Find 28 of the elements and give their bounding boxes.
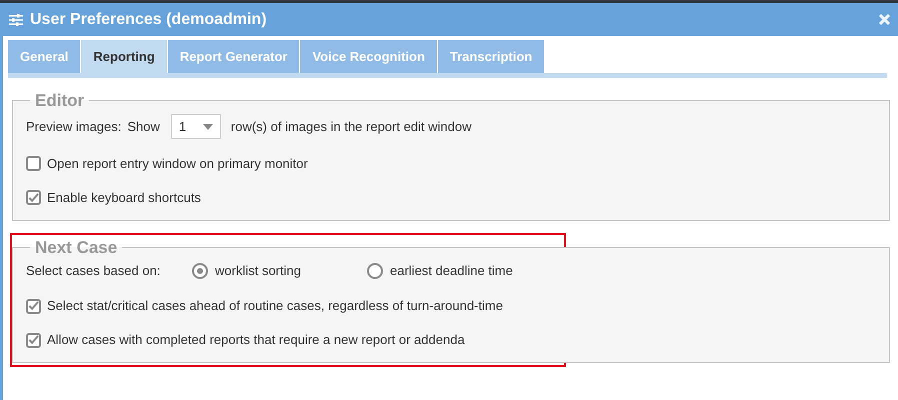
- tab[interactable]: Reporting: [81, 40, 167, 73]
- window-title: User Preferences (demoadmin): [30, 10, 267, 30]
- section-title: Next Case: [34, 236, 118, 258]
- sliders-icon: [9, 14, 23, 26]
- tab[interactable]: Transcription: [438, 40, 544, 73]
- checkbox[interactable]: [26, 298, 41, 314]
- checkbox-label: Enable keyboard shortcuts: [47, 188, 201, 207]
- row-count-dropdown[interactable]: 1: [170, 114, 221, 139]
- checkbox-label: Allow cases with completed reports that require a new report or addenda: [47, 331, 465, 350]
- radio-button[interactable]: [367, 263, 383, 279]
- checkbox[interactable]: [26, 156, 41, 171]
- field-label: Preview images:: [26, 118, 122, 136]
- close-icon[interactable]: [879, 14, 890, 25]
- radio-label: worklist sorting: [215, 262, 301, 280]
- field-label: Show: [127, 118, 160, 136]
- radio-label: earliest deadline time: [390, 262, 513, 280]
- tab[interactable]: Voice Recognition: [300, 40, 437, 73]
- caret-icon: [202, 124, 213, 130]
- field-label: row(s) of images in the report edit window: [230, 118, 472, 136]
- section-title: Editor: [34, 90, 86, 112]
- tab[interactable]: Report Generator: [168, 40, 300, 73]
- checkbox-label: Open report entry window on primary monitor: [47, 154, 308, 173]
- tab[interactable]: General: [8, 40, 80, 73]
- radio-button[interactable]: [192, 263, 208, 279]
- field-label: Select cases based on:: [26, 262, 162, 280]
- checkbox-label: Select stat/critical cases ahead of routine cases, regardless of turn-around-time: [47, 297, 503, 316]
- checkbox[interactable]: [26, 332, 41, 348]
- checkbox[interactable]: [26, 190, 41, 205]
